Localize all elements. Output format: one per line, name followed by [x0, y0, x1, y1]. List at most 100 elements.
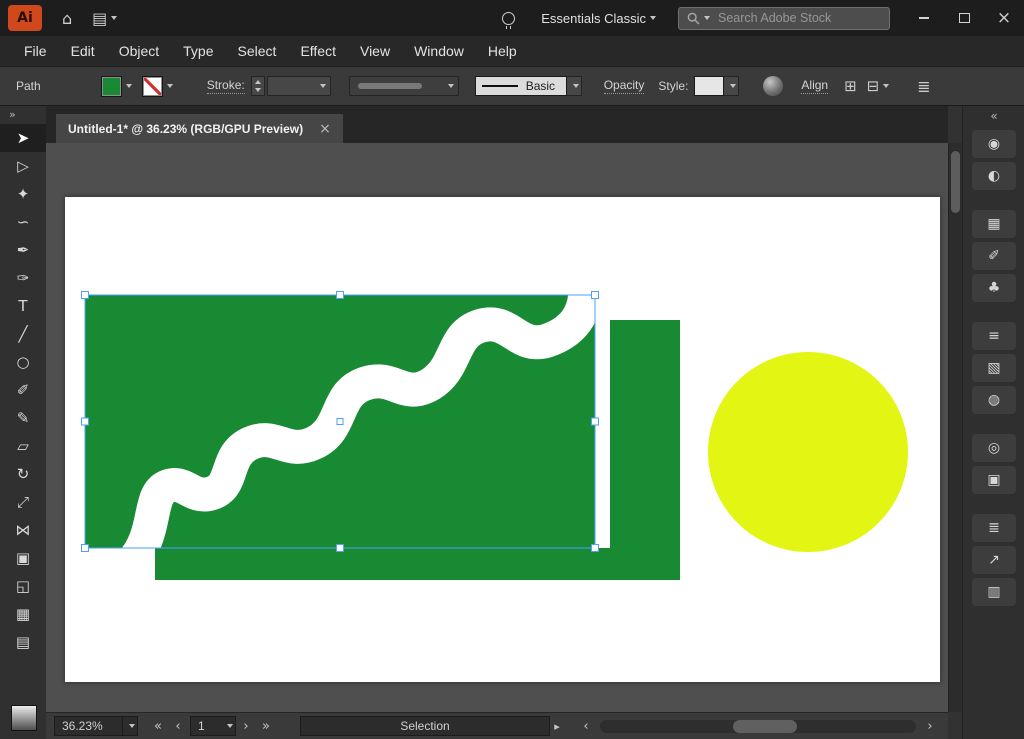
style-dropdown-button[interactable]	[724, 76, 739, 96]
horizontal-scrollbar-thumb[interactable]	[733, 720, 797, 733]
menu-item-type[interactable]: Type	[171, 43, 225, 59]
horizontal-scrollbar[interactable]	[600, 720, 916, 733]
workspace-switcher[interactable]: Essentials Classic	[541, 11, 656, 26]
first-artboard-button[interactable]: «	[148, 719, 168, 734]
next-artboard-button[interactable]: ›	[236, 719, 256, 734]
shape-builder-tool[interactable]: ◱	[0, 572, 46, 600]
stepper-up-icon[interactable]	[255, 80, 261, 84]
pen-tool[interactable]: ✒	[0, 236, 46, 264]
paintbrush-tool[interactable]: ✐	[0, 376, 46, 404]
brush-dropdown-button[interactable]	[567, 76, 582, 96]
gradient-panel-button[interactable]: ▧	[972, 354, 1016, 382]
magic-wand-tool[interactable]: ✦	[0, 180, 46, 208]
scroll-right-button[interactable]: ›	[920, 719, 940, 734]
width-tool[interactable]: ⋈	[0, 516, 46, 544]
previous-artboard-button[interactable]: ‹	[168, 719, 188, 734]
curvature-tool[interactable]: ✑	[0, 264, 46, 292]
selection-handle[interactable]	[592, 545, 599, 552]
adobe-stock-search[interactable]	[678, 7, 890, 30]
menu-item-effect[interactable]: Effect	[288, 43, 348, 59]
color-guide-panel-button[interactable]: ◐	[972, 162, 1016, 190]
align-to-control[interactable]: ⊟	[867, 77, 890, 95]
yellow-circle-shape[interactable]	[708, 352, 908, 552]
document-tab[interactable]: Untitled-1* @ 36.23% (RGB/GPU Preview) ×	[56, 114, 343, 143]
recolor-artwork-icon[interactable]	[763, 76, 783, 96]
lightbulb-icon[interactable]	[502, 12, 515, 25]
opacity-label[interactable]: Opacity	[604, 78, 645, 94]
align-objects-icon[interactable]: ⊞	[844, 77, 857, 95]
minimize-button[interactable]	[904, 0, 944, 36]
brush-definition-control[interactable]: Basic	[475, 76, 582, 96]
swatches-panel-button[interactable]: ▦	[972, 210, 1016, 238]
direct-selection-tool[interactable]: ▷	[0, 152, 46, 180]
expand-tools-button[interactable]: »	[0, 106, 46, 124]
selection-center-point[interactable]	[337, 419, 343, 425]
selection-handle[interactable]	[82, 292, 89, 299]
menu-item-object[interactable]: Object	[107, 43, 171, 59]
stroke-weight-label[interactable]: Stroke:	[207, 78, 245, 94]
layers-panel-button[interactable]: ≣	[972, 514, 1016, 542]
width-profile-select[interactable]	[349, 76, 459, 96]
export-panel-button[interactable]: ↗	[972, 546, 1016, 574]
transparency-panel-button[interactable]: ◍	[972, 386, 1016, 414]
menu-item-window[interactable]: Window	[402, 43, 476, 59]
align-label[interactable]: Align	[801, 78, 828, 94]
vertical-scrollbar[interactable]	[948, 143, 963, 712]
brushes-panel-button[interactable]: ✐	[972, 242, 1016, 270]
stepper-down-icon[interactable]	[255, 88, 261, 92]
artboard-navigation-control[interactable]: 1	[190, 716, 236, 736]
vertical-scrollbar-thumb[interactable]	[951, 151, 960, 213]
search-input[interactable]	[716, 10, 870, 26]
scale-tool[interactable]: ⤢	[0, 488, 46, 516]
maximize-button[interactable]	[944, 0, 984, 36]
last-artboard-button[interactable]: »	[256, 719, 276, 734]
stroke-color-control[interactable]	[142, 76, 173, 97]
symbols-panel-button[interactable]: ♣	[972, 274, 1016, 302]
artboards-panel-button[interactable]: ▥	[972, 578, 1016, 606]
close-button[interactable]: ×	[984, 0, 1024, 36]
menu-item-file[interactable]: File	[12, 43, 59, 59]
selection-handle[interactable]	[592, 418, 599, 425]
stroke-none-swatch[interactable]	[142, 76, 163, 97]
menu-item-help[interactable]: Help	[476, 43, 529, 59]
gradient-swatch[interactable]	[11, 705, 37, 731]
selection-handle[interactable]	[337, 545, 344, 552]
status-flyout-icon[interactable]: ▸	[550, 720, 564, 733]
selection-tool[interactable]: ➤	[0, 124, 46, 152]
ellipse-tool[interactable]: ○	[0, 348, 46, 376]
expand-panels-button[interactable]: «	[963, 106, 1024, 126]
selection-handle[interactable]	[82, 418, 89, 425]
arrange-documents-button[interactable]: ▤	[92, 9, 117, 28]
selected-wavy-shape[interactable]	[85, 283, 595, 589]
selection-handle[interactable]	[82, 545, 89, 552]
lasso-tool[interactable]: ∽	[0, 208, 46, 236]
scroll-left-button[interactable]: ‹	[576, 719, 596, 734]
tab-close-icon[interactable]: ×	[319, 121, 331, 137]
selection-handle[interactable]	[337, 292, 344, 299]
panel-menu-icon[interactable]: ≣	[917, 77, 930, 96]
rotate-tool[interactable]: ↻	[0, 460, 46, 488]
eraser-tool[interactable]: ▱	[0, 432, 46, 460]
home-icon[interactable]: ⌂	[62, 9, 72, 28]
stroke-panel-button[interactable]: ≡	[972, 322, 1016, 350]
zoom-control[interactable]: 36.23%	[54, 716, 138, 736]
perspective-grid-tool[interactable]: ▦	[0, 600, 46, 628]
artboard[interactable]	[65, 197, 940, 682]
free-transform-tool[interactable]: ▣	[0, 544, 46, 572]
stroke-weight-select[interactable]	[267, 76, 331, 96]
pencil-tool[interactable]: ✎	[0, 404, 46, 432]
fill-color-control[interactable]	[101, 76, 132, 97]
type-tool[interactable]: T	[0, 292, 46, 320]
graphic-styles-panel-button[interactable]: ▣	[972, 466, 1016, 494]
menu-item-edit[interactable]: Edit	[59, 43, 107, 59]
line-segment-tool[interactable]: ╱	[0, 320, 46, 348]
menu-item-view[interactable]: View	[348, 43, 402, 59]
menu-item-select[interactable]: Select	[226, 43, 289, 59]
fill-color-swatch[interactable]	[101, 76, 122, 97]
canvas-pasteboard[interactable]	[46, 143, 948, 712]
appearance-panel-button[interactable]: ◎	[972, 434, 1016, 462]
selection-handle[interactable]	[592, 292, 599, 299]
graphic-style-control[interactable]	[694, 76, 739, 96]
mesh-tool[interactable]: ▤	[0, 628, 46, 656]
color-panel-button[interactable]: ◉	[972, 130, 1016, 158]
